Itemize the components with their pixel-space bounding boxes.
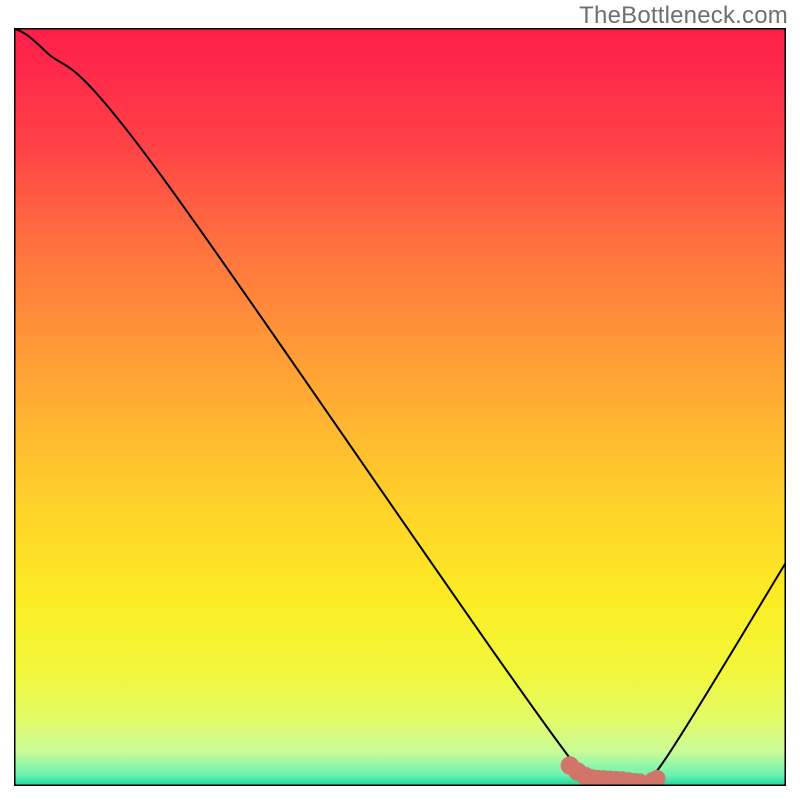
gradient-background <box>14 28 786 786</box>
chart-container: TheBottleneck.com <box>0 0 800 800</box>
chart-plot <box>14 28 786 786</box>
watermark-text: TheBottleneck.com <box>579 2 788 30</box>
